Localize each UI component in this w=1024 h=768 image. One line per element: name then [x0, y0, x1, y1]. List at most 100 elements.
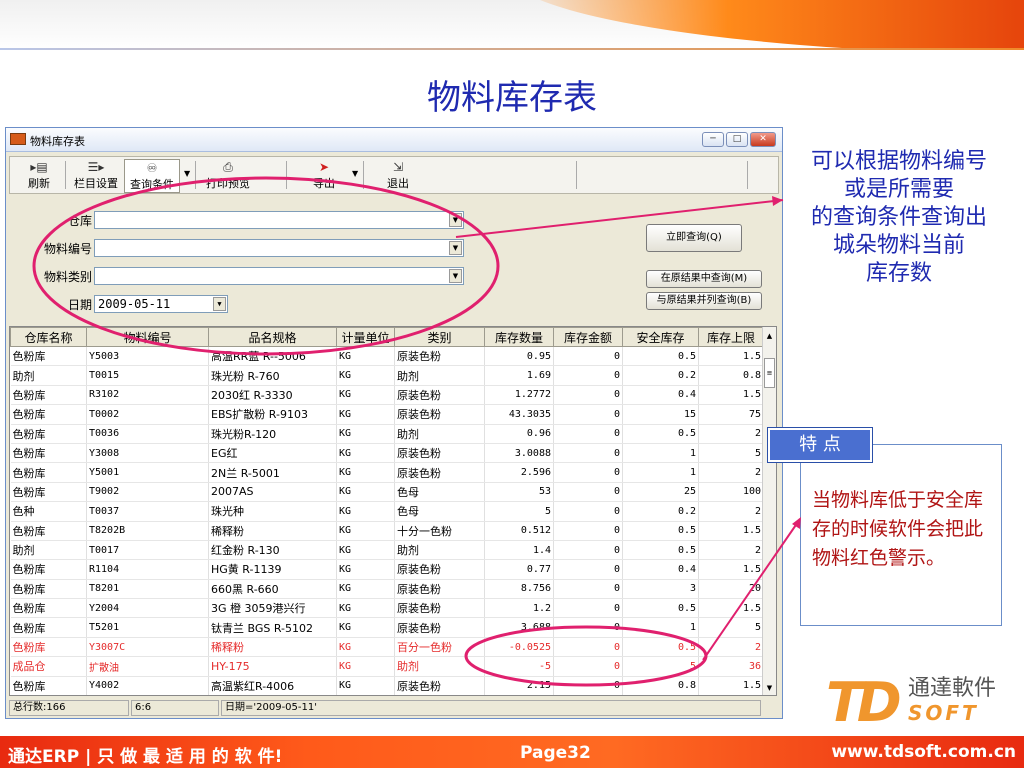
warehouse-select[interactable]: ▼	[94, 211, 464, 229]
table-cell: 原装色粉	[394, 579, 485, 600]
table-row[interactable]: 色粉库 R1104 HG黄 R-1139 KG 原装色粉 0.77 0 0.4 1.5	[10, 559, 764, 580]
table-cell: 色粉库	[10, 617, 87, 638]
table-cell: 0	[553, 637, 623, 658]
table-cell: EG红	[208, 443, 337, 464]
window-title: 物料库存表	[30, 135, 85, 148]
minimize-icon[interactable]: ─	[702, 132, 724, 147]
footer-bar: 通达ERP | 只 做 最 适 用 的 软 件! Page32 www.tdso…	[0, 736, 1024, 768]
table-row[interactable]: 色粉库 T0002 EBS扩散粉 R-9103 KG 原装色粉 43.3035 0 15 75	[10, 404, 764, 425]
export-dropdown-arrow[interactable]: ▼	[352, 169, 358, 178]
table-cell: 0	[553, 501, 623, 522]
table-cell: 0	[553, 443, 623, 464]
table-cell: 红金粉 R-130	[208, 540, 337, 561]
query-now-button[interactable]: 立即查询(Q)	[646, 224, 742, 252]
table-row[interactable]: 色粉库 Y2004 3G 橙 3059港兴行 KG 原装色粉 1.2 0 0.5 1.5	[10, 598, 764, 619]
table-cell: 75	[698, 404, 764, 425]
table-cell: 0.5	[622, 598, 699, 619]
table-cell: 0.5	[622, 521, 699, 541]
column-header[interactable]: 品名规格	[208, 327, 337, 347]
table-cell: Y2004	[86, 598, 209, 619]
column-header[interactable]: 物料编号	[86, 327, 209, 347]
query-parallel-button[interactable]: 与原结果并列查询(B)	[646, 292, 762, 310]
feature-text: 当物料库低于安全库存的时候软件会把此物料红色警示。	[812, 489, 984, 569]
table-cell: Y3008	[86, 443, 209, 464]
chevron-down-icon[interactable]: ▼	[213, 297, 226, 311]
table-cell: 1.5	[698, 559, 764, 580]
column-header[interactable]: 库存上限	[698, 327, 764, 347]
table-cell: 2007AS	[208, 482, 337, 503]
table-cell: KG	[336, 482, 395, 503]
refresh-icon: ▸▤	[30, 160, 48, 174]
table-cell: 0.8	[622, 676, 699, 695]
table-cell: 0	[553, 617, 623, 638]
columns-icon: ☰▸	[87, 160, 105, 174]
column-settings-button[interactable]: ☰▸ 栏目设置	[70, 159, 122, 193]
vertical-scrollbar[interactable]: ▲ ≡ ▼	[762, 327, 776, 695]
chevron-down-icon[interactable]: ▼	[449, 269, 462, 283]
table-cell: 助剂	[394, 540, 485, 561]
table-row[interactable]: 色粉库 Y5003 高温RR蓝 R--5006 KG 原装色粉 0.95 0 0.5 1.5	[10, 346, 764, 367]
table-cell: 0.95	[484, 346, 554, 367]
column-header[interactable]: 计量单位	[336, 327, 395, 347]
table-row[interactable]: 色粉库 T8201 660黑 R-660 KG 原装色粉 8.756 0 3 20	[10, 579, 764, 600]
table-cell: Y3007C	[86, 637, 209, 658]
table-cell: 1.5	[698, 676, 764, 695]
material-code-select[interactable]: ▼	[94, 239, 464, 257]
table-cell: T5201	[86, 617, 209, 638]
close-icon[interactable]: ✕	[750, 132, 776, 147]
maximize-icon[interactable]: □	[726, 132, 748, 147]
exit-button[interactable]: ⇲ 退出	[380, 159, 416, 193]
table-cell: T8202B	[86, 521, 209, 541]
table-row[interactable]: 助剂 T0015 珠光粉 R-760 KG 助剂 1.69 0 0.2 0.8	[10, 365, 764, 386]
scroll-up-icon[interactable]: ▲	[764, 329, 775, 343]
table-cell: KG	[336, 521, 395, 541]
table-cell: KG	[336, 559, 395, 580]
table-cell: 稀释粉	[208, 637, 337, 658]
chevron-down-icon[interactable]: ▼	[449, 213, 462, 227]
scroll-down-icon[interactable]: ▼	[764, 681, 775, 695]
table-cell: 0	[553, 521, 623, 541]
table-cell: EBS扩散粉 R-9103	[208, 404, 337, 425]
table-row[interactable]: 色粉库 R3102 2030红 R-3330 KG 原装色粉 1.2772 0 0.4 1.5	[10, 385, 764, 406]
query-in-result-button[interactable]: 在原结果中查询(M)	[646, 270, 762, 288]
table-cell: 色粉库	[10, 598, 87, 619]
table-row[interactable]: 色粉库 Y3008 EG红 KG 原装色粉 3.0088 0 1 5	[10, 443, 764, 464]
chevron-down-icon[interactable]: ▼	[449, 241, 462, 255]
scroll-thumb[interactable]: ≡	[764, 358, 775, 388]
table-row[interactable]: 助剂 T0017 红金粉 R-130 KG 助剂 1.4 0 0.5 2	[10, 540, 764, 561]
column-header[interactable]: 仓库名称	[10, 327, 87, 347]
table-row[interactable]: 色粉库 Y3007C 稀释粉 KG 百分一色粉 -0.0525 0 0.5 2	[10, 637, 764, 658]
table-cell: 0.2	[622, 365, 699, 386]
table-cell: 1.69	[484, 365, 554, 386]
query-dropdown-arrow[interactable]: ▼	[184, 169, 190, 178]
table-row[interactable]: 色粉库 T8202B 稀释粉 KG 十分一色粉 0.512 0 0.5 1.5	[10, 521, 764, 541]
slide-title: 物料库存表	[427, 78, 597, 118]
status-total: 总行数:166	[9, 700, 129, 716]
column-header[interactable]: 库存数量	[484, 327, 554, 347]
refresh-button[interactable]: ▸▤ 刷新	[18, 159, 60, 193]
table-row[interactable]: 色粉库 T0036 珠光粉R-120 KG 助剂 0.96 0 0.5 2	[10, 424, 764, 444]
table-cell: KG	[336, 424, 395, 444]
column-header[interactable]: 安全库存	[622, 327, 699, 347]
table-cell: 色粉库	[10, 404, 87, 425]
table-cell: 0.5	[622, 540, 699, 561]
table-cell: 1	[622, 443, 699, 464]
column-header[interactable]: 库存金额	[553, 327, 623, 347]
date-picker[interactable]: 2009-05-11 ▼	[94, 295, 228, 313]
table-row[interactable]: 成品仓 扩散油 HY-175 KG 助剂 -5 0 5 36	[10, 656, 764, 677]
table-cell: 2	[698, 424, 764, 444]
column-header[interactable]: 类别	[394, 327, 485, 347]
table-row[interactable]: 色粉库 Y4002 高温紫红R-4006 KG 原装色粉 2.15 0 0.8 1.5	[10, 676, 764, 695]
table-row[interactable]: 色粉库 T9002 2007AS KG 色母 53 0 25 100	[10, 482, 764, 503]
table-row[interactable]: 色粉库 T5201 钛青兰 BGS R-5102 KG 原装色粉 3.688 0 1 5	[10, 617, 764, 638]
export-button[interactable]: ➤ 导出	[306, 159, 342, 193]
table-cell: 钛青兰 BGS R-5102	[208, 617, 337, 638]
query-conditions-button[interactable]: ♾ 查询条件	[124, 159, 180, 193]
print-preview-button[interactable]: ⎙ 打印预览	[200, 159, 256, 193]
callout-query-description: 可以根据物料编号 或是所需要 的查询条件查询出 城朵物料当前 库存数	[810, 149, 987, 286]
material-type-select[interactable]: ▼	[94, 267, 464, 285]
table-cell: T0002	[86, 404, 209, 425]
table-row[interactable]: 色粉库 Y5001 2N兰 R-5001 KG 原装色粉 2.596 0 1 2	[10, 462, 764, 483]
table-cell: 色粉库	[10, 346, 87, 367]
table-row[interactable]: 色种 T0037 珠光种 KG 色母 5 0 0.2 2	[10, 501, 764, 522]
